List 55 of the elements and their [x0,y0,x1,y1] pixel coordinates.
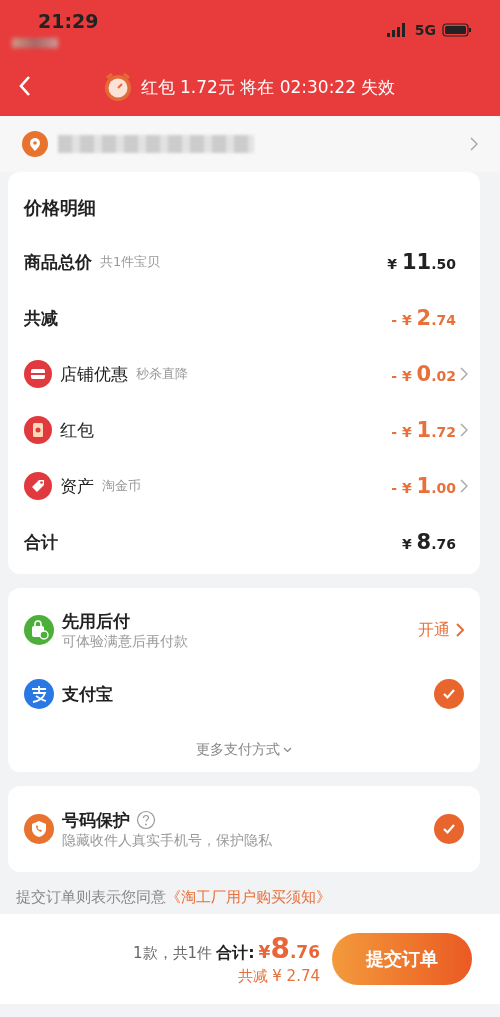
payment-description: 可体验满意后再付款 [62,632,188,651]
back-icon [18,74,32,97]
price-amount: - ¥ 1.72 [391,418,456,442]
chevron-icon [460,479,468,493]
check-button[interactable] [434,679,464,709]
check-button[interactable] [434,814,464,844]
network-label: 5G [414,22,436,38]
price-amount: - ¥ 1.00 [391,474,456,498]
protection-description: 隐藏收件人真实手机号，保护隐私 [62,831,272,850]
chevron-icon [460,367,468,381]
location-pin-icon [22,131,48,157]
protection-title: 号码保护 [62,808,130,832]
price-label: 资产 [60,474,94,498]
status-time: 21:29 [38,10,99,32]
help-icon[interactable] [136,810,156,830]
shop-icon [24,360,52,388]
price-label: 共减 [24,306,58,330]
section-title: 价格明细 [24,196,97,220]
payment-name: 先用后付 [62,609,131,633]
more-payment-link[interactable]: 更多支付方式 [190,740,298,760]
price-amount: ¥ 11.50 [387,250,456,274]
caret-icon [283,747,292,753]
total-amount: ¥8.76 [258,932,320,965]
chevron-icon [460,423,468,437]
price-amount: ¥ 8.76 [401,530,456,554]
agreement-link[interactable]: 《淘工厂用户购买须知》 [166,887,331,907]
total-label: 合计: [216,943,255,964]
price-label: 店铺优惠 [60,362,128,386]
alarm-clock-icon [102,72,133,102]
tag-icon [24,472,52,500]
price-note: 淘金币 [102,477,141,495]
activate-link[interactable]: 开通 [418,619,464,641]
alipay-icon [24,679,54,709]
shopping-bag-icon [24,615,54,645]
envelope-icon [24,416,52,444]
price-label: 合计 [24,530,58,554]
price-amount: - ¥ 0.02 [391,362,456,386]
chevron-icon [456,623,464,637]
blurred-status-text [12,38,58,48]
phone-shield-icon [24,814,54,844]
price-label: 商品总价 [24,250,92,274]
price-label: 红包 [60,418,94,442]
price-note: 共1件宝贝 [100,253,161,271]
submit-order-button[interactable]: 提交订单 [332,933,472,985]
payment-name: 支付宝 [62,682,113,706]
price-note: 秒杀直降 [136,365,188,383]
agreement-text: 提交订单则表示您同意 [16,887,166,907]
checkmark-icon [442,823,456,835]
battery-icon [442,23,472,37]
item-count: 1款，共1件 [133,944,213,963]
expiry-notice: 红包 1.72元 将在 02:30:22 失效 [140,75,396,99]
price-amount: - ¥ 2.74 [391,306,456,330]
discount-summary: 共减 ¥ 2.74 [237,967,320,986]
chevron-icon [470,137,478,151]
checkmark-icon [442,688,456,700]
